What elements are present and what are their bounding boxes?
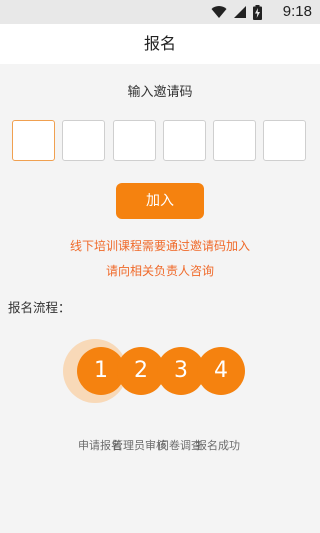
main-content: 输入邀请码 加入 线下培训课程需要通过邀请码加入 请向相关负责人咨询 报名流程：…	[0, 64, 320, 533]
wifi-icon	[211, 6, 227, 19]
invite-code-box-5[interactable]	[213, 120, 256, 161]
invite-code-box-6[interactable]	[263, 120, 306, 161]
battery-charging-icon	[253, 4, 262, 20]
invite-code-box-4[interactable]	[163, 120, 206, 161]
app-bar: 报名	[0, 24, 320, 64]
join-button[interactable]: 加入	[116, 183, 204, 219]
status-bar: 9:18	[0, 0, 320, 24]
step-names: 申请报名 管理员审核 问卷调查 报名成功	[0, 437, 320, 453]
status-icons	[211, 4, 262, 20]
step-circle-4: 4	[197, 347, 245, 395]
page-title: 报名	[143, 34, 176, 53]
step-name-4: 报名成功	[196, 439, 240, 452]
status-time: 9:18	[282, 3, 312, 20]
invite-code-box-1[interactable]	[12, 120, 55, 161]
invite-note-line-1: 线下培训课程需要通过邀请码加入	[69, 239, 250, 253]
invite-code-box-2[interactable]	[62, 120, 105, 161]
flow-label: 报名流程：	[8, 300, 71, 315]
invite-note-line-2: 请向相关负责人咨询	[105, 264, 214, 278]
invite-code-heading: 输入邀请码	[127, 85, 193, 100]
signal-icon	[234, 6, 246, 18]
invite-code-box-3[interactable]	[113, 120, 156, 161]
